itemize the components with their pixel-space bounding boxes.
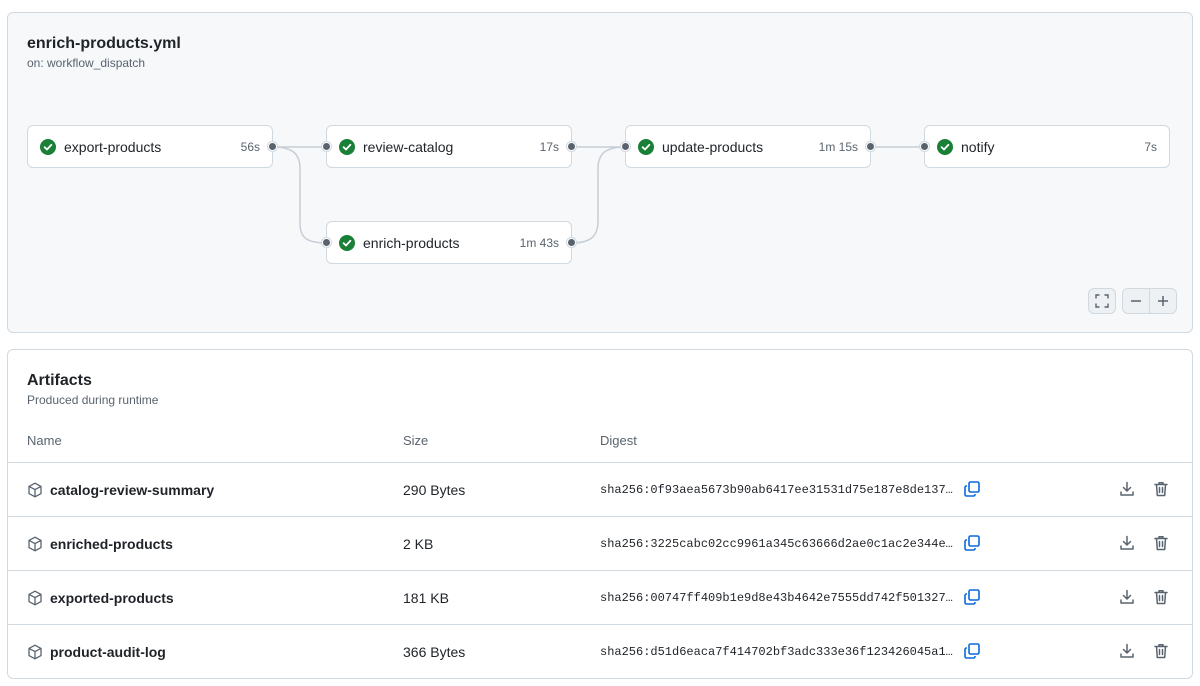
job-review-catalog[interactable]: review-catalog 17s — [322, 125, 576, 168]
job-name: review-catalog — [363, 138, 454, 155]
artifact-digest: sha256:d51d6eaca7f414702bf3adc333e36f123… — [600, 645, 958, 659]
download-icon[interactable] — [1118, 534, 1136, 552]
edge-export-to-enrich — [271, 146, 329, 244]
output-connector — [268, 142, 277, 151]
fit-to-screen-button[interactable] — [1088, 288, 1116, 314]
download-icon[interactable] — [1118, 588, 1136, 606]
artifact-row: exported-products 181 KB sha256:00747ff4… — [8, 570, 1192, 624]
package-icon — [28, 644, 42, 660]
artifact-size: 366 Bytes — [403, 644, 466, 660]
artifact-name-link[interactable]: catalog-review-summary — [50, 482, 214, 498]
job-name: update-products — [662, 138, 764, 155]
edge-enrich-to-update — [570, 146, 627, 244]
check-circle-fill-icon — [339, 234, 355, 251]
job-name: enrich-products — [363, 234, 460, 251]
job-notify[interactable]: notify 7s — [920, 125, 1170, 168]
trash-icon[interactable] — [1152, 534, 1170, 552]
minus-icon — [1131, 300, 1141, 302]
package-icon — [28, 536, 42, 552]
package-icon — [28, 482, 42, 498]
job-enrich-products[interactable]: enrich-products 1m 43s — [322, 221, 576, 264]
output-connector — [567, 238, 576, 247]
job-name: notify — [961, 138, 995, 155]
artifact-size: 2 KB — [403, 536, 434, 552]
input-connector — [621, 142, 630, 151]
download-icon[interactable] — [1118, 480, 1136, 498]
output-connector — [567, 142, 576, 151]
plus-icon — [1158, 296, 1168, 306]
job-update-products[interactable]: update-products 1m 15s — [621, 125, 875, 168]
download-icon[interactable] — [1118, 642, 1136, 660]
artifacts-title: Artifacts — [27, 372, 92, 389]
job-dependency-edges — [271, 146, 926, 244]
artifact-row: catalog-review-summary 290 Bytes sha256:… — [8, 462, 1192, 516]
copy-icon[interactable] — [963, 642, 981, 660]
job-duration: 1m 43s — [519, 235, 559, 250]
artifact-digest: sha256:3225cabc02cc9961a345c63666d2ae0c1… — [600, 537, 958, 551]
artifact-digest: sha256:0f93aea5673b90ab6417ee31531d75e18… — [600, 483, 958, 497]
artifacts-panel: Artifacts Produced during runtime Name S… — [7, 349, 1193, 679]
zoom-out-button[interactable] — [1122, 288, 1150, 314]
check-circle-fill-icon — [339, 138, 355, 155]
copy-icon[interactable] — [963, 588, 981, 606]
column-header-size: Size — [403, 433, 429, 448]
artifact-name-link[interactable]: exported-products — [50, 590, 174, 606]
package-icon — [28, 590, 42, 606]
trash-icon[interactable] — [1152, 588, 1170, 606]
artifact-name-link[interactable]: enriched-products — [50, 536, 173, 552]
input-connector — [322, 238, 331, 247]
job-duration: 7s — [1144, 139, 1157, 154]
zoom-in-button[interactable] — [1149, 288, 1177, 314]
check-circle-fill-icon — [937, 138, 953, 155]
check-circle-fill-icon — [638, 138, 654, 155]
trash-icon[interactable] — [1152, 642, 1170, 660]
artifact-size: 290 Bytes — [403, 482, 466, 498]
job-duration: 17s — [539, 139, 559, 154]
artifact-size: 181 KB — [403, 590, 449, 606]
job-name: export-products — [64, 138, 162, 155]
trash-icon[interactable] — [1152, 480, 1170, 498]
artifact-name-link[interactable]: product-audit-log — [50, 644, 166, 660]
job-duration: 56s — [240, 139, 260, 154]
copy-icon[interactable] — [963, 480, 981, 498]
input-connector — [322, 142, 331, 151]
job-export-products[interactable]: export-products 56s — [27, 125, 277, 168]
workflow-graph-panel: enrich-products.yml on: workflow_dispatc… — [7, 12, 1193, 333]
artifacts-subtitle: Produced during runtime — [27, 393, 159, 407]
screen-full-icon — [1095, 294, 1109, 308]
check-circle-fill-icon — [40, 138, 56, 155]
job-duration: 1m 15s — [818, 139, 858, 154]
column-header-name: Name — [27, 433, 62, 448]
artifact-row: product-audit-log 366 Bytes sha256:d51d6… — [8, 624, 1192, 678]
artifact-row: enriched-products 2 KB sha256:3225cabc02… — [8, 516, 1192, 570]
artifact-digest: sha256:00747ff409b1e9d8e43b4642e7555dd74… — [600, 591, 958, 605]
copy-icon[interactable] — [963, 534, 981, 552]
output-connector — [866, 142, 875, 151]
input-connector — [920, 142, 929, 151]
column-header-digest: Digest — [600, 433, 637, 448]
